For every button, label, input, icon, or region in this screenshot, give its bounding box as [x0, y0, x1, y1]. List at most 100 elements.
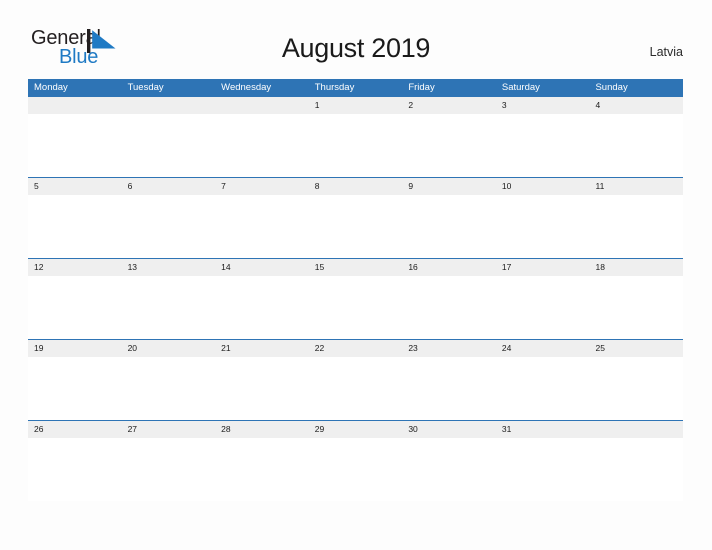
day-events-area[interactable] [589, 438, 684, 500]
day-events-area[interactable] [589, 276, 684, 338]
day-events-area[interactable] [495, 195, 590, 257]
day-events-area[interactable] [28, 114, 122, 176]
day-cell[interactable]: 13 [121, 259, 216, 339]
day-events-area[interactable] [121, 195, 216, 257]
week-row: 12 13 14 15 16 17 18 [28, 258, 684, 339]
day-number: 21 [215, 340, 309, 357]
day-number: 1 [308, 97, 403, 114]
day-cell[interactable]: 11 [589, 178, 684, 258]
day-events-area[interactable] [589, 357, 684, 419]
day-events-area[interactable] [495, 438, 590, 500]
day-events-area[interactable] [308, 276, 403, 338]
week-row: 1 2 3 4 [28, 96, 684, 177]
day-events-area[interactable] [308, 114, 403, 176]
week-row: 5 6 7 8 9 10 11 [28, 177, 684, 258]
day-events-area[interactable] [121, 114, 216, 176]
day-number: 20 [121, 340, 216, 357]
day-events-area[interactable] [121, 357, 216, 419]
day-events-area[interactable] [121, 276, 216, 338]
day-cell[interactable]: 7 [215, 178, 309, 258]
day-events-area[interactable] [589, 114, 684, 176]
day-events-area[interactable] [215, 438, 309, 500]
day-cell[interactable]: 27 [121, 421, 216, 501]
day-cell[interactable]: 1 [308, 97, 403, 177]
day-events-area[interactable] [28, 195, 122, 257]
day-number [121, 97, 216, 114]
day-number: 22 [308, 340, 403, 357]
day-cell[interactable]: 5 [28, 178, 122, 258]
day-events-area[interactable] [495, 357, 590, 419]
day-number: 24 [495, 340, 590, 357]
day-cell[interactable]: 21 [215, 340, 309, 420]
day-events-area[interactable] [308, 438, 403, 500]
day-cell[interactable]: 14 [215, 259, 309, 339]
day-events-area[interactable] [28, 276, 122, 338]
day-cell[interactable]: 3 [495, 97, 590, 177]
day-events-area[interactable] [308, 357, 403, 419]
country-label: Latvia [649, 45, 683, 59]
day-cell[interactable]: 9 [402, 178, 496, 258]
day-cell[interactable]: 12 [28, 259, 122, 339]
day-events-area[interactable] [28, 438, 122, 500]
weekday-header-wednesday: Wednesday [221, 82, 272, 93]
day-number: 19 [28, 340, 122, 357]
day-events-area[interactable] [121, 438, 216, 500]
day-cell[interactable] [121, 97, 216, 177]
day-number: 17 [495, 259, 590, 276]
day-events-area[interactable] [495, 114, 590, 176]
day-cell[interactable]: 25 [589, 340, 684, 420]
day-number: 12 [28, 259, 122, 276]
weekday-header-monday: Monday [34, 82, 68, 93]
weekday-header-friday: Friday [408, 82, 435, 93]
day-cell[interactable]: 4 [589, 97, 684, 177]
day-events-area[interactable] [402, 438, 496, 500]
day-cell[interactable]: 31 [495, 421, 590, 501]
day-cell[interactable]: 20 [121, 340, 216, 420]
day-cell[interactable]: 19 [28, 340, 122, 420]
day-events-area[interactable] [402, 195, 496, 257]
day-cell[interactable]: 2 [402, 97, 496, 177]
day-cell[interactable]: 6 [121, 178, 216, 258]
day-cell[interactable]: 29 [308, 421, 403, 501]
day-number: 13 [121, 259, 216, 276]
day-number [215, 97, 309, 114]
day-cell[interactable]: 17 [495, 259, 590, 339]
day-number: 28 [215, 421, 309, 438]
day-number: 31 [495, 421, 590, 438]
day-number: 27 [121, 421, 216, 438]
day-number: 3 [495, 97, 590, 114]
page-title: August 2019 [281, 33, 431, 63]
day-events-area[interactable] [215, 357, 309, 419]
day-number: 30 [402, 421, 496, 438]
day-cell[interactable] [28, 97, 122, 177]
day-cell[interactable]: 18 [589, 259, 684, 339]
day-cell[interactable]: 26 [28, 421, 122, 501]
day-events-area[interactable] [402, 357, 496, 419]
day-cell[interactable]: 23 [402, 340, 496, 420]
day-events-area[interactable] [402, 276, 496, 338]
day-cell[interactable]: 24 [495, 340, 590, 420]
day-number [589, 421, 684, 438]
day-events-area[interactable] [495, 276, 590, 338]
day-number: 9 [402, 178, 496, 195]
day-events-area[interactable] [215, 195, 309, 257]
day-number: 2 [402, 97, 496, 114]
day-cell[interactable]: 15 [308, 259, 403, 339]
day-events-area[interactable] [215, 276, 309, 338]
day-number: 7 [215, 178, 309, 195]
day-cell[interactable]: 28 [215, 421, 309, 501]
day-number: 8 [308, 178, 403, 195]
day-events-area[interactable] [215, 114, 309, 176]
day-cell[interactable]: 10 [495, 178, 590, 258]
day-events-area[interactable] [28, 357, 122, 419]
day-cell[interactable]: 16 [402, 259, 496, 339]
day-events-area[interactable] [402, 114, 496, 176]
day-cell[interactable]: 30 [402, 421, 496, 501]
day-events-area[interactable] [308, 195, 403, 257]
day-events-area[interactable] [589, 195, 684, 257]
day-number: 15 [308, 259, 403, 276]
day-cell[interactable] [215, 97, 309, 177]
day-cell[interactable]: 8 [308, 178, 403, 258]
day-cell[interactable]: 22 [308, 340, 403, 420]
day-cell[interactable] [589, 421, 684, 501]
